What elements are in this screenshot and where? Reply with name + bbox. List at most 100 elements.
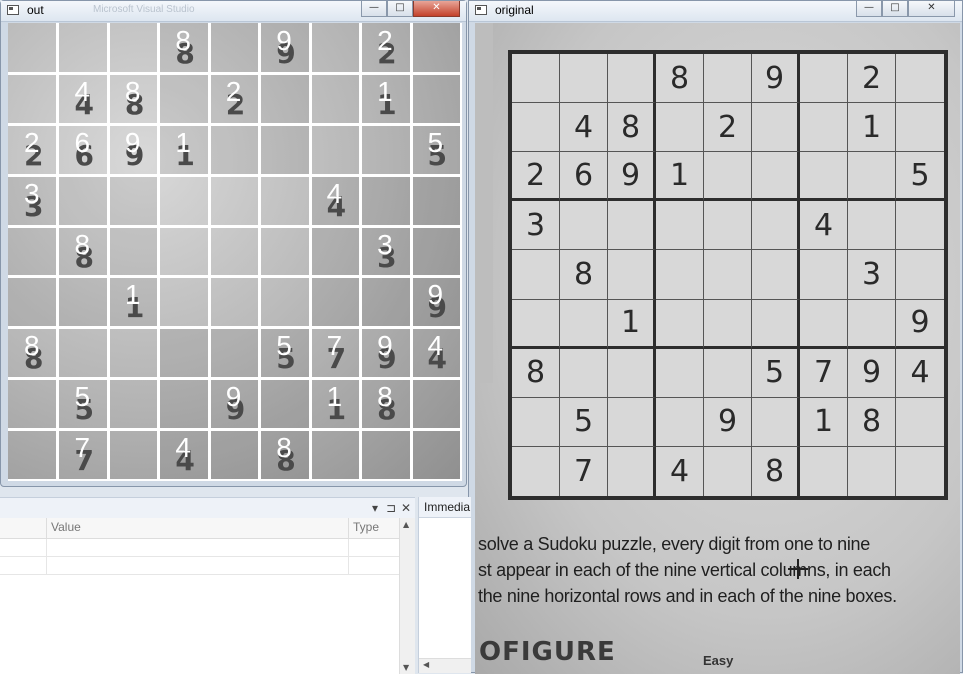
sudoku-cell: 7: [560, 446, 608, 496]
sudoku-cell: [704, 54, 752, 104]
sudoku-cell: [656, 103, 704, 153]
recognized-digit: 9: [276, 25, 292, 56]
out-cell: [260, 73, 311, 125]
recognized-digit: 1: [326, 381, 343, 413]
out-cell: [58, 175, 109, 227]
column-header-name[interactable]: [0, 518, 46, 538]
watch-row[interactable]: [0, 557, 400, 575]
recognized-digit: 1: [175, 126, 191, 158]
grid-line-vertical: [258, 23, 262, 481]
panel-dropdown-icon[interactable]: ▾: [372, 501, 378, 515]
maximize-button[interactable]: □: [387, 1, 413, 17]
immediate-scrollbar[interactable]: ◀: [419, 658, 471, 673]
sudoku-cell: [704, 348, 752, 398]
grid-line-vertical: [308, 23, 312, 481]
scroll-left-icon[interactable]: ◀: [423, 660, 429, 669]
instruction-line: the nine horizontal rows and in each of …: [478, 586, 897, 606]
original-window: original — □ ✕ 8924821269153483198579459…: [468, 0, 963, 674]
grid-line-vertical: [409, 23, 413, 481]
watch-scrollbar[interactable]: ▲ ▼: [399, 518, 415, 674]
sudoku-cell: [704, 446, 752, 496]
scroll-up-icon[interactable]: ▲: [403, 520, 409, 529]
grid-line-horizontal: [8, 326, 462, 330]
sudoku-cell: [800, 250, 848, 300]
out-window-title: out: [27, 3, 44, 17]
immediate-panel: Immedia ◀: [418, 497, 471, 673]
sudoku-cell: 3: [848, 250, 896, 300]
sudoku-cell: 8: [656, 54, 704, 104]
sudoku-cell: 2: [512, 152, 560, 202]
sudoku-cell: [560, 299, 608, 349]
recognized-digit: 4: [427, 330, 444, 362]
out-cell: [412, 430, 462, 481]
close-button[interactable]: ✕: [413, 1, 460, 17]
footer-heading: OFIGURE: [479, 637, 616, 667]
recognized-digit: 6: [74, 126, 91, 158]
recognized-digit: 2: [24, 126, 40, 158]
column-header-type[interactable]: Type: [348, 518, 400, 538]
sudoku-cell: [608, 201, 656, 251]
sudoku-cell: [896, 250, 944, 300]
sudoku-cell: [800, 299, 848, 349]
sudoku-cell: [704, 250, 752, 300]
scroll-down-icon[interactable]: ▼: [403, 663, 409, 672]
column-header-value[interactable]: Value: [46, 518, 348, 538]
sudoku-cell: [752, 250, 800, 300]
out-cell: [109, 328, 159, 379]
sudoku-cell: [752, 152, 800, 202]
maximize-button[interactable]: □: [882, 1, 908, 17]
out-cell: [412, 23, 462, 74]
grid-line-vertical: [207, 23, 211, 481]
panel-close-icon[interactable]: ✕: [401, 501, 411, 515]
sudoku-cell: [896, 54, 944, 104]
grid-line-vertical: [157, 23, 161, 481]
panel-pin-icon[interactable]: ⊐: [386, 501, 396, 515]
sudoku-cell: [704, 201, 752, 251]
original-titlebar[interactable]: original — □ ✕: [469, 1, 962, 22]
sudoku-cell: 2: [704, 103, 752, 153]
sudoku-cell: 2: [848, 54, 896, 104]
sudoku-cell: [800, 54, 848, 104]
recognized-digit: 9: [427, 279, 444, 311]
sudoku-cell: [848, 201, 896, 251]
out-cell: [311, 74, 361, 125]
sudoku-cell: 9: [896, 300, 944, 349]
minimize-button[interactable]: —: [361, 1, 387, 17]
close-button[interactable]: ✕: [908, 1, 955, 17]
sudoku-cell: [512, 54, 560, 104]
watch-row[interactable]: [0, 539, 400, 557]
out-cell: [412, 379, 462, 430]
out-cell: [159, 73, 210, 125]
sudoku-cell: [512, 103, 560, 153]
grid-line-horizontal: [8, 377, 462, 381]
sudoku-cell: [752, 299, 800, 349]
out-cell: [209, 328, 261, 380]
recognized-digit: 3: [24, 177, 40, 209]
recognized-digit: 8: [24, 330, 40, 362]
minimize-button[interactable]: —: [856, 1, 882, 17]
out-cell: [58, 328, 108, 379]
sudoku-cell: 8: [512, 348, 560, 398]
out-cell: [8, 74, 58, 125]
out-cell: [8, 430, 58, 481]
grid-line-vertical: [106, 23, 110, 481]
window-app-icon: [7, 5, 19, 15]
sudoku-cell: [704, 152, 752, 202]
sudoku-cell: [656, 348, 704, 398]
recognized-digit: 9: [124, 126, 141, 158]
sudoku-cell: 1: [800, 397, 848, 447]
recognized-digit: 7: [326, 330, 343, 362]
immediate-panel-title[interactable]: Immedia: [424, 500, 470, 514]
sudoku-cell: [656, 201, 704, 251]
sudoku-cell: 9: [848, 348, 896, 398]
sudoku-cell: 1: [656, 152, 704, 202]
watch-panel: ▾ ⊐ ✕ Value Type ▲ ▼: [0, 497, 415, 674]
grid-line-horizontal: [8, 428, 462, 432]
out-titlebar[interactable]: out Microsoft Visual Studio — □ ✕: [1, 1, 466, 22]
out-cell: [361, 277, 412, 329]
recognized-digit: 9: [377, 330, 393, 362]
recognized-digit: 9: [225, 381, 242, 413]
recognized-digit: 8: [175, 25, 191, 56]
sudoku-cell: 3: [512, 201, 560, 251]
sudoku-cell: [896, 398, 944, 447]
